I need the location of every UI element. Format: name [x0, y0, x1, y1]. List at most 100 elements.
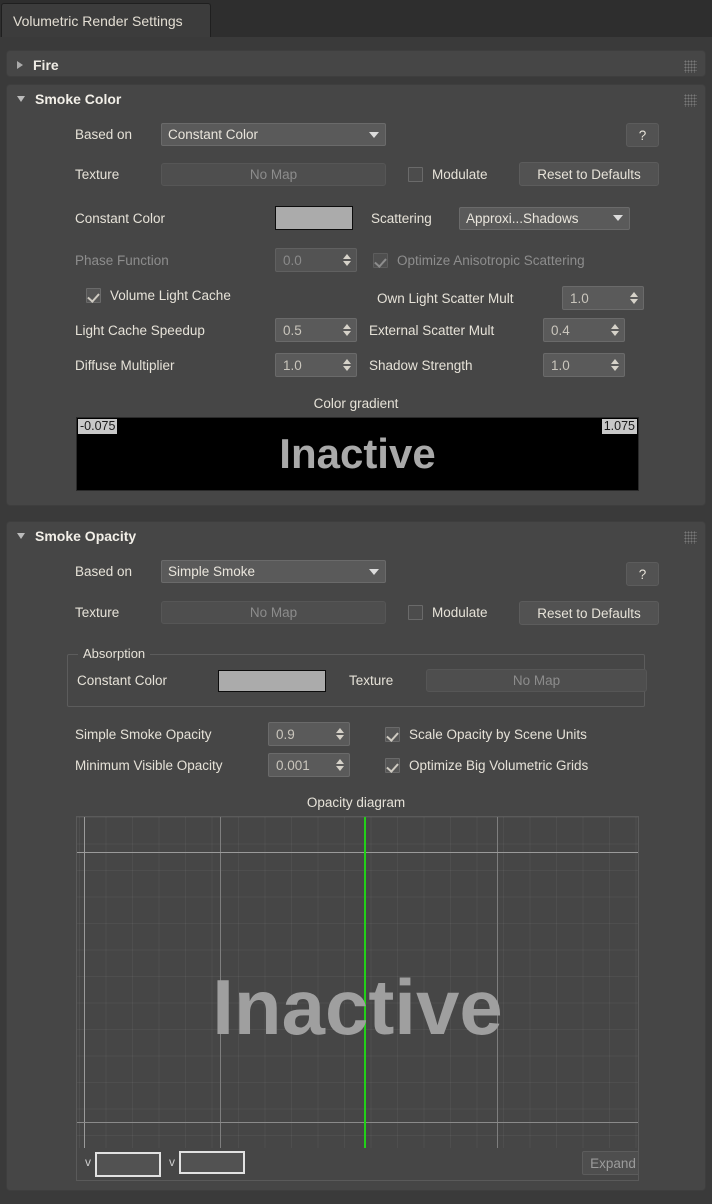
spinner-arrows-icon[interactable] [334, 756, 345, 774]
simple-smoke-opacity-label: Simple Smoke Opacity [75, 726, 212, 742]
simple-smoke-opacity-value: 0.9 [276, 726, 295, 742]
simple-smoke-opacity-spinner[interactable]: 0.9 [268, 722, 350, 746]
diagram-footer [77, 1148, 638, 1180]
chevron-down-icon[interactable]: v [85, 1156, 91, 1168]
light-cache-speedup-value: 0.5 [283, 322, 302, 338]
help-label: ? [638, 127, 647, 143]
modulate-checkbox[interactable] [408, 605, 423, 620]
grip-dots-icon[interactable] [684, 94, 697, 107]
spinner-arrows-icon[interactable] [341, 321, 352, 339]
color-gradient-title: Color gradient [313, 396, 399, 411]
chevron-down-icon[interactable]: v [169, 1156, 175, 1168]
modulate-checkbox[interactable] [408, 167, 423, 182]
diffuse-multiplier-value: 1.0 [283, 357, 302, 373]
own-light-scatter-label: Own Light Scatter Mult [377, 290, 514, 306]
help-button[interactable]: ? [626, 123, 659, 147]
texture-map-button[interactable]: No Map [161, 163, 386, 186]
absorption-color-swatch[interactable] [218, 669, 326, 692]
own-light-scatter-row: Own Light Scatter Mult 1.0 [377, 286, 644, 310]
tab-volumetric-render-settings[interactable]: Volumetric Render Settings [1, 3, 211, 37]
spinner-arrows-icon[interactable] [334, 725, 345, 743]
spinner-arrows-icon[interactable] [341, 356, 352, 374]
rollout-fire[interactable]: Fire [6, 50, 706, 77]
grip-dots-icon[interactable] [684, 531, 697, 544]
smoke-color-phase-function-row: Phase Function 0.0 Optimize Anisotropic … [75, 248, 585, 272]
rollout-smoke-color: Smoke Color Based on Constant Color ? Te… [6, 84, 706, 506]
smoke-color-constant-color-row: Constant Color Scattering Approxi...Shad… [75, 206, 630, 230]
absorption-texture-label: Texture [349, 673, 394, 688]
diagram-major-gridline [77, 852, 638, 853]
external-scatter-value: 0.4 [551, 322, 570, 338]
rollout-smoke-color-header[interactable]: Smoke Color [7, 85, 705, 112]
constant-color-label: Constant Color [75, 210, 166, 226]
shadow-strength-spinner[interactable]: 1.0 [543, 353, 625, 377]
based-on-value: Constant Color [168, 127, 259, 142]
scattering-value: Approxi...Shadows [466, 210, 579, 226]
spinner-arrows-icon[interactable] [341, 251, 352, 269]
reset-label: Reset to Defaults [537, 605, 641, 621]
gradient-inactive-overlay: Inactive [279, 430, 436, 477]
opacity-based-on-dropdown[interactable]: Simple Smoke [161, 560, 386, 583]
opacity-diagram-title: Opacity diagram [306, 795, 406, 810]
diagram-field-2[interactable] [179, 1151, 245, 1174]
rollout-fire-header[interactable]: Fire [7, 51, 705, 78]
absorption-texture-map-button[interactable]: No Map [426, 669, 647, 692]
opacity-texture-map-button[interactable]: No Map [161, 601, 386, 624]
opacity-diagram[interactable]: Inactive v v Expand [76, 816, 639, 1181]
diffuse-multiplier-label: Diffuse Multiplier [75, 357, 175, 373]
scale-opacity-checkbox[interactable] [385, 726, 400, 742]
own-light-scatter-value: 1.0 [570, 290, 589, 306]
modulate-label: Modulate [432, 167, 488, 182]
reset-to-defaults-button[interactable]: Reset to Defaults [519, 601, 659, 625]
spinner-arrows-icon[interactable] [628, 289, 639, 307]
smoke-color-texture-row: Texture No Map Modulate [75, 163, 488, 186]
texture-label: Texture [75, 167, 120, 182]
minimum-visible-opacity-row: Minimum Visible Opacity 0.001 Optimize B… [75, 753, 588, 777]
minimum-visible-opacity-spinner[interactable]: 0.001 [268, 753, 350, 777]
volume-light-cache-checkbox[interactable] [86, 288, 101, 303]
scale-opacity-label: Scale Opacity by Scene Units [409, 726, 587, 742]
constant-color-swatch[interactable] [275, 206, 353, 230]
phase-function-label: Phase Function [75, 252, 169, 268]
diagram-field-1[interactable] [95, 1152, 161, 1177]
smoke-color-based-on-row: Based on Constant Color [75, 123, 386, 146]
chevron-right-icon [17, 60, 23, 69]
diffuse-multiplier-spinner[interactable]: 1.0 [275, 353, 357, 377]
help-button[interactable]: ? [626, 562, 659, 586]
based-on-label: Based on [75, 564, 133, 579]
tab-label: Volumetric Render Settings [13, 12, 183, 29]
spinner-arrows-icon[interactable] [609, 356, 620, 374]
rollout-smoke-opacity-header[interactable]: Smoke Opacity [7, 522, 705, 549]
absorption-row: Constant Color Texture No Map [77, 669, 647, 692]
minimum-visible-opacity-label: Minimum Visible Opacity [75, 757, 223, 773]
diagram-inactive-overlay: Inactive [212, 963, 503, 1051]
shadow-strength-value: 1.0 [551, 357, 570, 373]
own-light-scatter-spinner[interactable]: 1.0 [562, 286, 644, 310]
spinner-arrows-icon[interactable] [609, 321, 620, 339]
opacity-texture-map-value: No Map [249, 605, 298, 620]
opacity-based-on-row: Based on Simple Smoke [75, 560, 386, 583]
phase-function-spinner[interactable]: 0.0 [275, 248, 357, 272]
external-scatter-spinner[interactable]: 0.4 [543, 318, 625, 342]
based-on-dropdown[interactable]: Constant Color [161, 123, 386, 146]
texture-label: Texture [75, 605, 120, 620]
diffuse-multiplier-row: Diffuse Multiplier 1.0 Shadow Strength 1… [75, 353, 625, 377]
optimize-anisotropic-scattering-checkbox[interactable] [373, 252, 388, 268]
modulate-label: Modulate [432, 605, 488, 620]
expand-button[interactable]: Expand [582, 1151, 638, 1175]
reset-to-defaults-button[interactable]: Reset to Defaults [519, 162, 659, 186]
shadow-strength-label: Shadow Strength [369, 357, 473, 373]
scattering-dropdown[interactable]: Approxi...Shadows [459, 206, 630, 230]
reset-label: Reset to Defaults [537, 166, 641, 182]
opacity-based-on-value: Simple Smoke [168, 564, 256, 579]
color-gradient-preview[interactable]: -0.075 1.075 Inactive [76, 417, 639, 491]
optimize-anisotropic-scattering-label: Optimize Anisotropic Scattering [397, 252, 585, 268]
phase-function-value: 0.0 [283, 252, 302, 268]
grip-dots-icon[interactable] [684, 60, 697, 73]
light-cache-speedup-spinner[interactable]: 0.5 [275, 318, 357, 342]
rollout-smoke-opacity-title: Smoke Opacity [35, 527, 137, 544]
optimize-big-grids-checkbox[interactable] [385, 757, 400, 773]
chevron-down-icon [369, 568, 379, 575]
texture-map-value: No Map [249, 167, 298, 182]
volume-light-cache-row: Volume Light Cache [86, 288, 231, 303]
